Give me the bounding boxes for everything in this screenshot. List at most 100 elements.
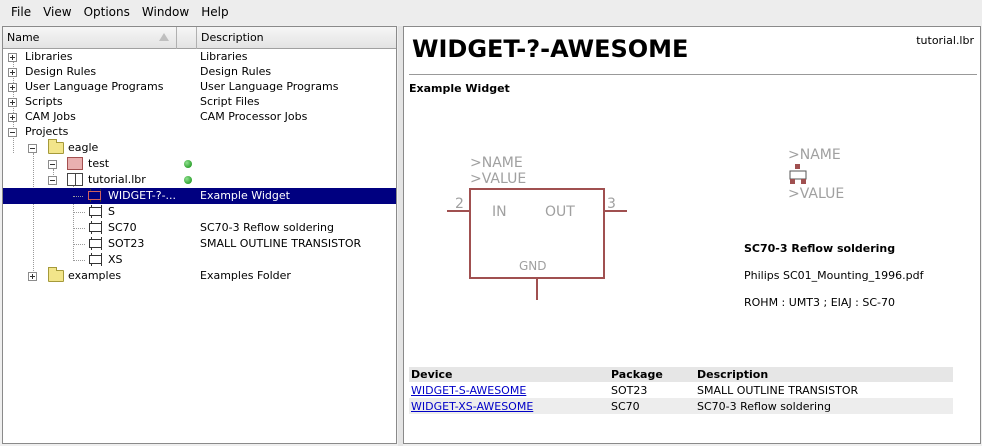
device-link[interactable]: WIDGET-XS-AWESOME [411, 400, 533, 413]
tree-item-label: SOT23 [108, 237, 145, 250]
package-name-label: >NAME [788, 147, 841, 163]
tree-item-projects[interactable]: Projects [3, 124, 396, 140]
expand-icon[interactable] [8, 113, 17, 122]
package-outline [789, 170, 807, 180]
tree-item-label: Scripts [25, 95, 63, 108]
expand-icon[interactable] [8, 53, 17, 62]
tree-item-description: SC70-3 Reflow soldering [200, 221, 334, 234]
tree-connector [73, 260, 85, 261]
tree-item-examples[interactable]: examples Examples Folder [3, 267, 396, 284]
tree-connector [73, 212, 85, 213]
package-preview: >NAME >VALUE [788, 147, 844, 202]
tree-item-description: CAM Processor Jobs [200, 110, 308, 123]
tree-item-cam-jobs[interactable]: CAM Jobs CAM Processor Jobs [3, 109, 396, 125]
device-table-header: Device Package Description [409, 367, 953, 382]
column-header-description-label: Description [201, 31, 264, 44]
library-book-icon [67, 173, 83, 186]
tree-connector [73, 228, 85, 229]
tree-item-description: Script Files [200, 95, 260, 108]
tree-item-label: SC70 [108, 221, 137, 234]
control-panel-tree: Name Description Libraries Libraries Des… [2, 26, 397, 444]
tree-item-xs[interactable]: XS [3, 252, 396, 268]
tree-item-description: Examples Folder [200, 269, 291, 282]
schematic-symbol-preview: >NAME >VALUE 2 3 IN OUT GND [447, 155, 627, 300]
column-header-description[interactable]: Description [197, 27, 396, 49]
package-column-header: Package [609, 367, 695, 382]
tree-connector [73, 196, 83, 197]
folder-open-icon [48, 139, 64, 154]
tree-item-sc70[interactable]: SC70 SC70-3 Reflow soldering [3, 220, 396, 236]
sort-ascending-icon [159, 33, 169, 41]
folder-icon [48, 267, 64, 282]
status-dot-icon[interactable] [184, 160, 192, 168]
tree-item-label: Design Rules [25, 65, 97, 78]
device-row: WIDGET-S-AWESOME SOT23 SMALL OUTLINE TRA… [409, 382, 953, 398]
tree-item-label: User Language Programs [25, 80, 164, 93]
tree-item-sot23[interactable]: SOT23 SMALL OUTLINE TRANSISTOR [3, 236, 396, 252]
device-package: SC70 [609, 398, 695, 414]
tree-item-test[interactable]: test [3, 156, 396, 172]
tree-item-eagle[interactable]: eagle [3, 139, 396, 156]
expand-icon[interactable] [8, 83, 17, 92]
menu-file[interactable]: File [5, 0, 37, 25]
title-divider [409, 74, 977, 75]
collapse-icon[interactable] [48, 160, 57, 169]
tree-item-label: XS [108, 253, 123, 266]
menu-view[interactable]: View [37, 0, 77, 25]
package-icon [89, 205, 102, 218]
pin-in-label: IN [492, 204, 507, 220]
status-dot-icon[interactable] [184, 176, 192, 184]
pad-right [801, 179, 806, 184]
detail-panel: WIDGET-?-AWESOME tutorial.lbr Example Wi… [403, 26, 981, 444]
expand-icon[interactable] [8, 98, 17, 107]
device-link[interactable]: WIDGET-S-AWESOME [411, 384, 526, 397]
project-icon [67, 157, 83, 170]
tree-item-widget-awesome[interactable]: WIDGET-?-... Example Widget [3, 188, 396, 204]
collapse-icon[interactable] [8, 128, 17, 137]
tree-item-label: S [108, 205, 115, 218]
device-title: WIDGET-?-AWESOME [412, 35, 689, 63]
tree-item-design-rules[interactable]: Design Rules Design Rules [3, 64, 396, 80]
symbol-name-label: >NAME [470, 155, 523, 171]
tree-item-label: tutorial.lbr [88, 173, 146, 186]
menu-help[interactable]: Help [195, 0, 234, 25]
package-equivalents: ROHM : UMT3 ; EIAJ : SC-70 [744, 296, 896, 309]
tree-item-description: Example Widget [200, 189, 290, 202]
collapse-icon[interactable] [48, 176, 57, 185]
expand-icon[interactable] [28, 272, 37, 281]
library-filename: tutorial.lbr [916, 34, 974, 47]
tree-item-label: WIDGET-?-... [108, 189, 177, 202]
tree-item-scripts[interactable]: Scripts Script Files [3, 94, 396, 110]
column-header-name[interactable]: Name [3, 27, 177, 49]
tree-header: Name Description [3, 27, 396, 49]
device-row: WIDGET-XS-AWESOME SC70 SC70-3 Reflow sol… [409, 398, 953, 414]
tree-item-user-language-programs[interactable]: User Language Programs User Language Pro… [3, 79, 396, 95]
collapse-icon[interactable] [28, 144, 37, 153]
symbol-value-label: >VALUE [470, 171, 526, 187]
package-value-label: >VALUE [788, 186, 844, 202]
tree-item-tutorial-lbr[interactable]: tutorial.lbr [3, 172, 396, 188]
device-column-header: Device [409, 367, 609, 382]
package-icon [89, 253, 102, 266]
column-header-status[interactable] [177, 27, 197, 49]
device-table: Device Package Description WIDGET-S-AWES… [409, 367, 953, 414]
column-header-name-label: Name [7, 31, 40, 44]
tree-item-description: Design Rules [200, 65, 272, 78]
device-description: SC70-3 Reflow soldering [695, 398, 953, 414]
tree-item-s[interactable]: S [3, 204, 396, 220]
menu-bar: File View Options Window Help [0, 0, 982, 25]
pin-gnd-label: GND [519, 259, 547, 273]
tree-item-libraries[interactable]: Libraries Libraries [3, 49, 396, 65]
expand-icon[interactable] [8, 68, 17, 77]
tree-item-description: User Language Programs [200, 80, 339, 93]
tree-item-label: Libraries [25, 50, 73, 63]
pin-number-left: 2 [455, 196, 464, 212]
package-icon [89, 221, 102, 234]
tree-item-label: examples [68, 269, 122, 282]
tree-item-label: eagle [68, 141, 99, 154]
tree-item-label: Projects [25, 125, 69, 138]
tree-connector [73, 244, 85, 245]
device-package: SOT23 [611, 383, 648, 397]
menu-options[interactable]: Options [78, 0, 136, 25]
menu-window[interactable]: Window [136, 0, 195, 25]
